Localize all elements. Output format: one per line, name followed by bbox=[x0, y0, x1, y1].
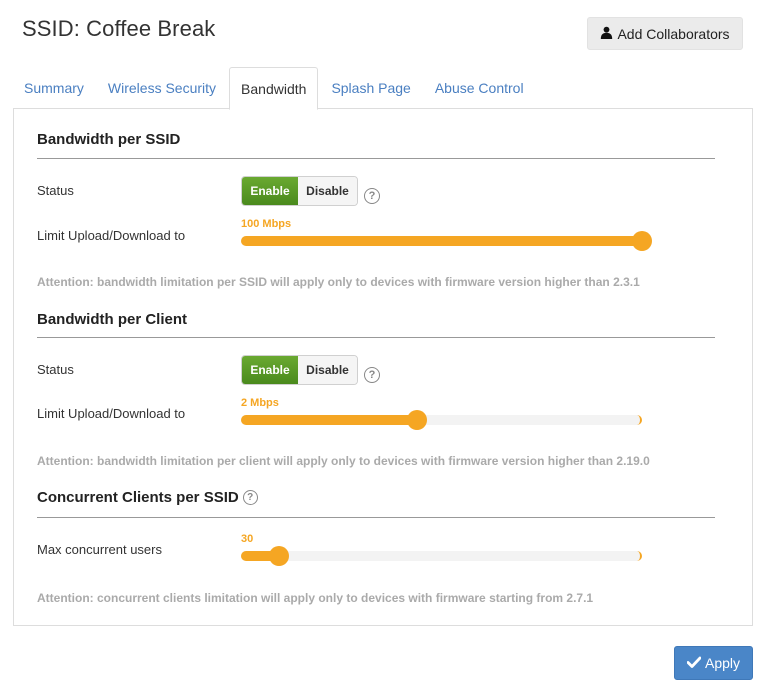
tab-bandwidth[interactable]: Bandwidth bbox=[229, 67, 319, 110]
per-client-status-toggle: Enable Disable bbox=[241, 355, 358, 385]
max-concurrent-label: Max concurrent users bbox=[37, 542, 162, 557]
section-divider bbox=[37, 337, 715, 338]
bandwidth-panel: Bandwidth per SSID Status Enable Disable… bbox=[13, 108, 753, 626]
per-ssid-status-toggle: Enable Disable bbox=[241, 176, 358, 206]
per-client-limit-slider[interactable] bbox=[241, 410, 642, 430]
per-ssid-limit-slider[interactable] bbox=[241, 231, 652, 251]
tab-bar: Summary Wireless Security Bandwidth Spla… bbox=[13, 67, 753, 110]
attention-note: Attention: concurrent clients limitation… bbox=[37, 591, 594, 605]
section-divider bbox=[37, 517, 715, 518]
max-concurrent-slider[interactable] bbox=[241, 546, 642, 566]
check-icon bbox=[686, 655, 702, 671]
disable-button[interactable]: Disable bbox=[298, 356, 357, 384]
help-icon[interactable]: ? bbox=[364, 367, 380, 383]
section-title-concurrent: Concurrent Clients per SSID ? bbox=[37, 489, 258, 506]
add-collaborators-button[interactable]: Add Collaborators bbox=[587, 17, 743, 50]
slider-value: 100 Mbps bbox=[241, 218, 292, 230]
slider-handle[interactable] bbox=[632, 231, 652, 251]
attention-note: Attention: bandwidth limitation per SSID… bbox=[37, 275, 640, 289]
tab-splash-page[interactable]: Splash Page bbox=[320, 67, 421, 109]
slider-handle[interactable] bbox=[406, 410, 427, 430]
tab-abuse-control[interactable]: Abuse Control bbox=[424, 67, 535, 109]
status-label: Status bbox=[37, 362, 74, 377]
section-title-per-ssid: Bandwidth per SSID bbox=[37, 131, 180, 148]
tab-summary[interactable]: Summary bbox=[13, 67, 95, 109]
slider-handle[interactable] bbox=[268, 546, 289, 566]
enable-button[interactable]: Enable bbox=[242, 356, 298, 384]
slider-fill bbox=[241, 236, 642, 246]
apply-button[interactable]: Apply bbox=[674, 646, 753, 680]
section-title-text: Concurrent Clients per SSID bbox=[37, 489, 239, 506]
status-label: Status bbox=[37, 183, 74, 198]
help-icon[interactable]: ? bbox=[364, 188, 380, 204]
attention-note: Attention: bandwidth limitation per clie… bbox=[37, 454, 650, 468]
section-title-text: Bandwidth per SSID bbox=[37, 131, 181, 148]
slider-fill bbox=[241, 415, 417, 425]
add-collaborators-label: Add Collaborators bbox=[617, 25, 730, 42]
apply-label: Apply bbox=[704, 655, 741, 671]
limit-label: Limit Upload/Download to bbox=[37, 228, 186, 243]
slider-value: 30 bbox=[241, 533, 254, 545]
section-divider bbox=[37, 158, 715, 159]
tab-wireless-security[interactable]: Wireless Security bbox=[97, 67, 227, 109]
page-title: SSID: Coffee Break bbox=[22, 16, 216, 41]
disable-button[interactable]: Disable bbox=[298, 177, 357, 205]
section-title-text: Bandwidth per Client bbox=[37, 311, 187, 328]
section-title-per-client: Bandwidth per Client bbox=[37, 311, 187, 328]
limit-label: Limit Upload/Download to bbox=[37, 406, 186, 421]
enable-button[interactable]: Enable bbox=[242, 177, 298, 205]
help-icon[interactable]: ? bbox=[242, 490, 258, 505]
user-icon bbox=[600, 26, 613, 42]
slider-value: 2 Mbps bbox=[241, 397, 279, 409]
